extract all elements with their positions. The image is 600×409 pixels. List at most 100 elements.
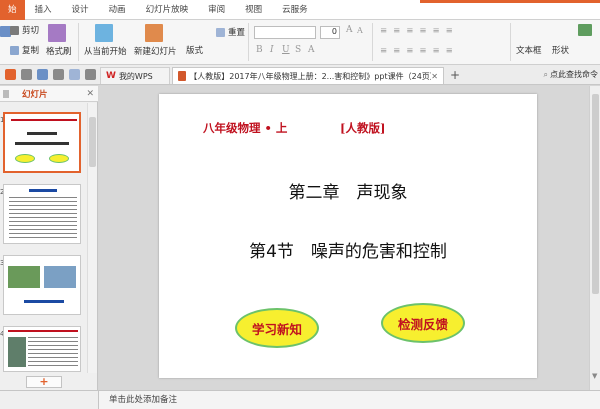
slide-thumbnail-1[interactable] <box>3 112 81 173</box>
ribbon-separator <box>78 23 79 61</box>
tab-slideshow[interactable]: 幻灯片放映 <box>136 0 199 20</box>
cut-label: 剪切 <box>22 26 40 36</box>
slide-canvas: 八年级物理 • 上 [人教版] 第二章 声现象 第4节 噪声的危害和控制 学习新… <box>99 86 600 390</box>
thumb-ellipse <box>49 154 69 163</box>
slide-subject-label: 八年级物理 • 上 <box>203 121 288 135</box>
slide-thumbnail-2[interactable] <box>3 184 81 244</box>
picture-icon <box>578 24 592 36</box>
slide-thumbnail-3[interactable] <box>3 255 81 315</box>
current-slide[interactable]: 八年级物理 • 上 [人教版] 第二章 声现象 第4节 噪声的危害和控制 学习新… <box>159 94 537 378</box>
wps-menu-icon[interactable] <box>5 69 16 80</box>
thumb-photo <box>8 337 26 367</box>
ppt-file-icon <box>178 71 187 81</box>
copy-button[interactable]: 复制 <box>10 44 39 56</box>
undo-icon[interactable] <box>85 69 96 80</box>
slide-thumbnail-4[interactable] <box>3 326 81 372</box>
new-slide-button[interactable]: 新建幻灯片 <box>134 24 177 57</box>
brush-icon <box>48 24 67 42</box>
font-size-input[interactable]: 0 <box>320 26 340 39</box>
tab-slides[interactable]: 幻灯片 <box>22 88 48 100</box>
tab-design[interactable]: 设计 <box>62 0 99 20</box>
add-slide-button[interactable]: + <box>26 376 62 388</box>
tab-home[interactable]: 始 <box>0 0 25 20</box>
slide-edition-label: [人教版] <box>340 121 386 135</box>
panel-scrollbar[interactable] <box>87 103 97 373</box>
print-icon[interactable] <box>53 69 64 80</box>
layout-button[interactable]: 版式 <box>186 44 203 56</box>
check-feedback-button[interactable]: 检测反馈 <box>381 303 465 343</box>
thumb-photo <box>8 266 40 288</box>
shape-button[interactable]: 形状 <box>552 44 569 56</box>
new-tab-icon[interactable]: + <box>450 68 460 82</box>
command-search[interactable]: ⌕ 点此查找命令 <box>544 67 598 82</box>
shadow-button[interactable]: S <box>295 45 301 55</box>
preview-icon[interactable] <box>69 69 80 80</box>
close-tab-icon[interactable]: ✕ <box>431 72 438 81</box>
tab-my-wps[interactable]: W 我的WPS <box>100 67 170 84</box>
learn-new-button[interactable]: 学习新知 <box>235 308 319 348</box>
ribbon-separator <box>248 23 249 61</box>
font-name-input[interactable] <box>254 26 316 39</box>
from-current-button[interactable]: 从当前开始 <box>84 24 127 57</box>
ribbon-toolbar: 剪切 复制 格式刷 从当前开始 新建幻灯片 版式 重置 0 B I U S A … <box>0 20 600 65</box>
search-icon: ⌕ <box>543 69 548 79</box>
slide-section-title: 第4节 噪声的危害和控制 <box>249 242 447 262</box>
tab-document-label: 【人教版】2017年八年级物理上册：2...害和控制》ppt课件（24页）.pp… <box>189 71 432 81</box>
panel-scroll-thumb[interactable] <box>89 117 96 167</box>
bold-button[interactable]: B <box>256 45 263 55</box>
scissors-icon <box>10 25 19 35</box>
panel-close-icon[interactable]: ✕ <box>86 89 94 99</box>
menu-bar: 始 插入 设计 动画 幻灯片放映 审阅 视图 云服务 <box>0 0 600 20</box>
tab-cloud[interactable]: 云服务 <box>272 0 318 20</box>
outline-tab-icon[interactable] <box>3 89 9 98</box>
italic-button[interactable]: I <box>270 45 274 55</box>
slide-thumbnail-panel: 幻灯片 ✕ 1 2 3 4 + <box>0 86 98 390</box>
thumb-caption <box>24 300 64 303</box>
format-painter-button[interactable]: 格式刷 <box>46 24 72 57</box>
font-size-value: 0 <box>331 27 337 36</box>
tab-review[interactable]: 审阅 <box>198 0 235 20</box>
picture-button[interactable] <box>578 24 595 36</box>
font-color-button[interactable]: A <box>308 45 315 55</box>
command-search-label: 点此查找命令 <box>550 70 598 79</box>
open-icon[interactable] <box>21 69 32 80</box>
tab-my-wps-label: 我的WPS <box>118 71 153 81</box>
alignment-tools[interactable]: ≡≡≡≡≡≡ <box>380 46 459 56</box>
reset-button[interactable]: 重置 <box>216 26 245 38</box>
shrink-font-button[interactable]: A <box>357 26 363 35</box>
reset-icon <box>216 27 225 37</box>
save-icon[interactable] <box>37 69 48 80</box>
accent-bar <box>420 0 600 3</box>
paragraph-tools[interactable]: ≡≡≡≡≡≡ <box>380 26 459 36</box>
format-painter-label: 格式刷 <box>46 47 72 57</box>
thumb-text-lines <box>28 337 78 367</box>
play-icon <box>94 24 113 42</box>
shape-label: 形状 <box>552 46 570 56</box>
textbox-button[interactable]: 文本框 <box>516 44 542 56</box>
tab-animation[interactable]: 动画 <box>99 0 136 20</box>
thumb-section-line <box>15 142 69 145</box>
notes-pane[interactable]: 单击此处添加备注 <box>99 390 600 409</box>
thumb-ellipse <box>15 154 35 163</box>
tab-insert[interactable]: 插入 <box>25 0 62 20</box>
thumb-chapter-line <box>27 132 57 135</box>
thumb-red-line <box>8 330 78 332</box>
copy-icon <box>10 45 19 55</box>
canvas-scroll-thumb[interactable] <box>592 94 599 294</box>
underline-button[interactable]: U <box>282 45 290 55</box>
tab-document[interactable]: 【人教版】2017年八年级物理上册：2...害和控制》ppt课件（24页）.pp… <box>172 67 444 84</box>
wps-logo-icon: W <box>106 71 116 81</box>
new-slide-label: 新建幻灯片 <box>134 47 177 57</box>
thumb-text-lines <box>9 197 77 241</box>
document-tabs-bar: W 我的WPS 【人教版】2017年八年级物理上册：2...害和控制》ppt课件… <box>0 65 600 85</box>
scroll-down-icon[interactable]: ▼ <box>592 372 597 380</box>
canvas-scrollbar[interactable]: ▼ <box>589 86 600 390</box>
tab-view[interactable]: 视图 <box>235 0 272 20</box>
cut-button[interactable]: 剪切 <box>10 24 39 36</box>
reset-label: 重置 <box>228 28 246 38</box>
from-current-label: 从当前开始 <box>84 47 127 57</box>
thumb-title-line <box>11 119 77 121</box>
textbox-label: 文本框 <box>516 46 542 56</box>
grow-font-button[interactable]: A <box>346 25 353 35</box>
ribbon-separator <box>372 23 373 61</box>
